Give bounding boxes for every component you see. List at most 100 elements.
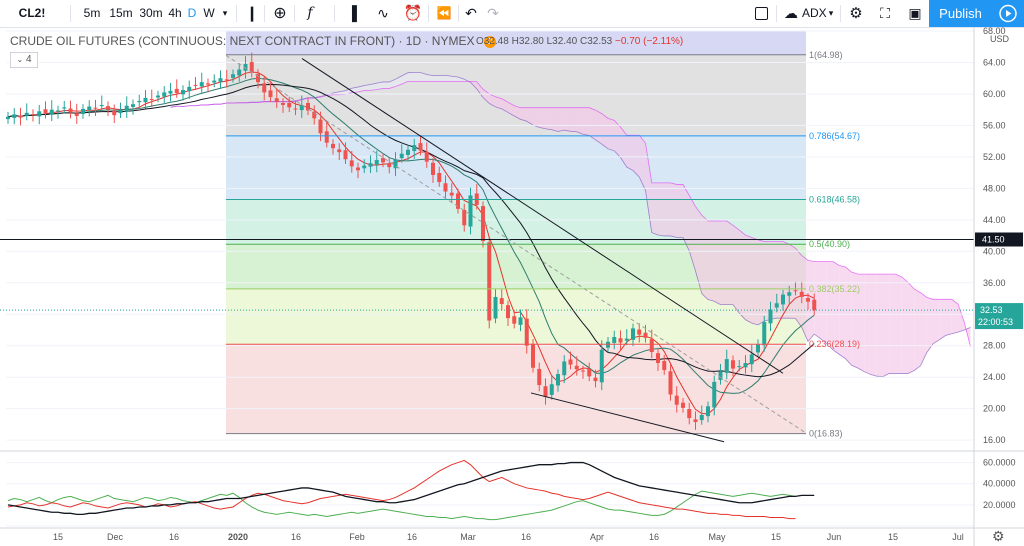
cloud-segment [795, 248, 802, 328]
undo-icon[interactable]: ↶ [462, 0, 480, 27]
candle-body [131, 104, 135, 107]
interval-4h-button[interactable]: 4h [167, 0, 183, 27]
price-axis-tick-label: 64.00 [983, 57, 1006, 67]
candle-body [549, 384, 554, 395]
candle-body [668, 371, 673, 395]
candle-body [768, 309, 773, 324]
interval-15m-button[interactable]: 15m [108, 0, 134, 27]
candle-body [362, 165, 367, 169]
layout-dropdown-chevron-icon[interactable]: ▾ [826, 0, 836, 27]
snapshot-camera-icon[interactable]: ▣ [904, 0, 926, 27]
candle-body [399, 153, 404, 159]
candle-body [418, 143, 423, 151]
candle-body [374, 160, 379, 165]
cloud-segment [576, 107, 583, 135]
fullscreen-icon[interactable]: ⛶ [874, 0, 896, 27]
interval-dropdown-chevron-icon[interactable]: ▾ [218, 0, 232, 27]
chevron-down-icon: ⌄ [16, 55, 24, 64]
interval-5m-button[interactable]: 5m [82, 0, 102, 27]
symbol-search-button[interactable]: CL2! [8, 0, 56, 27]
candle-body [562, 361, 567, 376]
candle-body [118, 110, 123, 114]
price-axis-tick-label: 56.00 [983, 120, 1006, 130]
cloud-save-icon[interactable]: ☁ [782, 0, 800, 27]
candle-body [462, 209, 467, 226]
price-axis-tick-label: 36.00 [983, 278, 1006, 288]
candle-body [787, 292, 792, 296]
interval-30m-button[interactable]: 30m [138, 0, 164, 27]
cloud-segment [720, 221, 727, 305]
cloud-segment [658, 182, 665, 236]
cloud-segment [926, 297, 933, 353]
publish-button[interactable]: Publish [929, 0, 992, 27]
candle-body [168, 90, 173, 94]
candle-body [268, 90, 273, 98]
cloud-segment [583, 107, 590, 136]
candle-body [406, 149, 410, 155]
fib-level-label: 0(16.83) [809, 429, 843, 439]
candle-body [649, 339, 654, 353]
financials-chart-icon[interactable]: ▐ [342, 0, 362, 27]
price-chart[interactable]: 1(64.98) 0.786(54.67) 0.618(46.58) 0.5(40.9… [0, 27, 1024, 546]
candle-body [774, 303, 779, 308]
cloud-segment [651, 182, 658, 235]
candle-body [793, 290, 798, 292]
interval-d-button[interactable]: D [186, 0, 198, 27]
compare-add-icon[interactable]: ⊕ [270, 0, 290, 27]
layout-square-icon[interactable] [752, 0, 770, 27]
cloud-segment [551, 107, 558, 132]
cloud-segment [670, 182, 677, 238]
indicators-fx-icon[interactable]: f [300, 0, 320, 27]
candle-body [337, 149, 342, 153]
cloud-segment [789, 244, 796, 319]
cloud-segment [564, 107, 571, 132]
play-icon[interactable] [992, 0, 1024, 27]
cloud-segment [701, 215, 708, 300]
candle-body [62, 107, 67, 109]
cloud-segment [951, 299, 958, 334]
layout-name-label[interactable]: ADX [802, 0, 827, 27]
time-axis-tick-label: 15 [888, 532, 898, 542]
cloud-segment [864, 274, 871, 375]
candle-body [599, 349, 604, 383]
candle-body [756, 344, 760, 353]
candle-body [437, 173, 442, 183]
interval-w-button[interactable]: W [202, 0, 216, 27]
redo-icon[interactable]: ↷ [484, 0, 502, 27]
cloud-segment [533, 107, 540, 128]
cloud-segment [570, 107, 577, 132]
time-axis-tick-label: Dec [107, 532, 124, 542]
cloud-segment [826, 261, 833, 350]
time-axis-tick-label: 16 [169, 532, 179, 542]
cloud-segment [901, 276, 908, 374]
time-axis-tick-label: 16 [521, 532, 531, 542]
price-axis-tick-label: 20.00 [983, 404, 1006, 414]
price-axis-tick-label: 44.00 [983, 215, 1006, 225]
indicators-toggle-button[interactable]: ⌄ 4 [10, 52, 38, 68]
chart-settings-gear-icon[interactable]: ⚙ [992, 528, 1005, 544]
candle-body [606, 341, 610, 348]
cloud-segment [770, 241, 777, 320]
alert-clock-icon[interactable]: ⏰ [402, 0, 424, 27]
cloud-segment [608, 118, 615, 151]
adx-line [7, 461, 815, 516]
indicator-axis-tick-label: 40.0000 [983, 479, 1016, 489]
cloud-segment [751, 237, 758, 325]
candle-body [31, 114, 35, 116]
candle-body [262, 83, 267, 93]
candle-body [56, 110, 60, 112]
fib-level-label: 1(64.98) [809, 50, 843, 60]
candle-body [331, 143, 335, 149]
candles-chart-type-icon[interactable]: ❙ [242, 0, 262, 27]
ohlc-change: −0.70 (−2.11%) [615, 36, 684, 47]
replay-rewind-icon[interactable]: ⏪ [434, 0, 454, 27]
settings-gear-icon[interactable]: ⚙ [846, 0, 866, 27]
indicator-axis-tick-label: 60.0000 [983, 458, 1016, 468]
price-axis-tick-label: 40.00 [983, 246, 1006, 256]
bar-countdown-label: 22:00:53 [978, 317, 1013, 327]
cloud-segment [739, 230, 746, 320]
templates-icon[interactable]: ∿ [372, 0, 394, 27]
candle-body [37, 111, 42, 117]
candle-body [681, 402, 685, 408]
cloud-segment [939, 299, 946, 340]
